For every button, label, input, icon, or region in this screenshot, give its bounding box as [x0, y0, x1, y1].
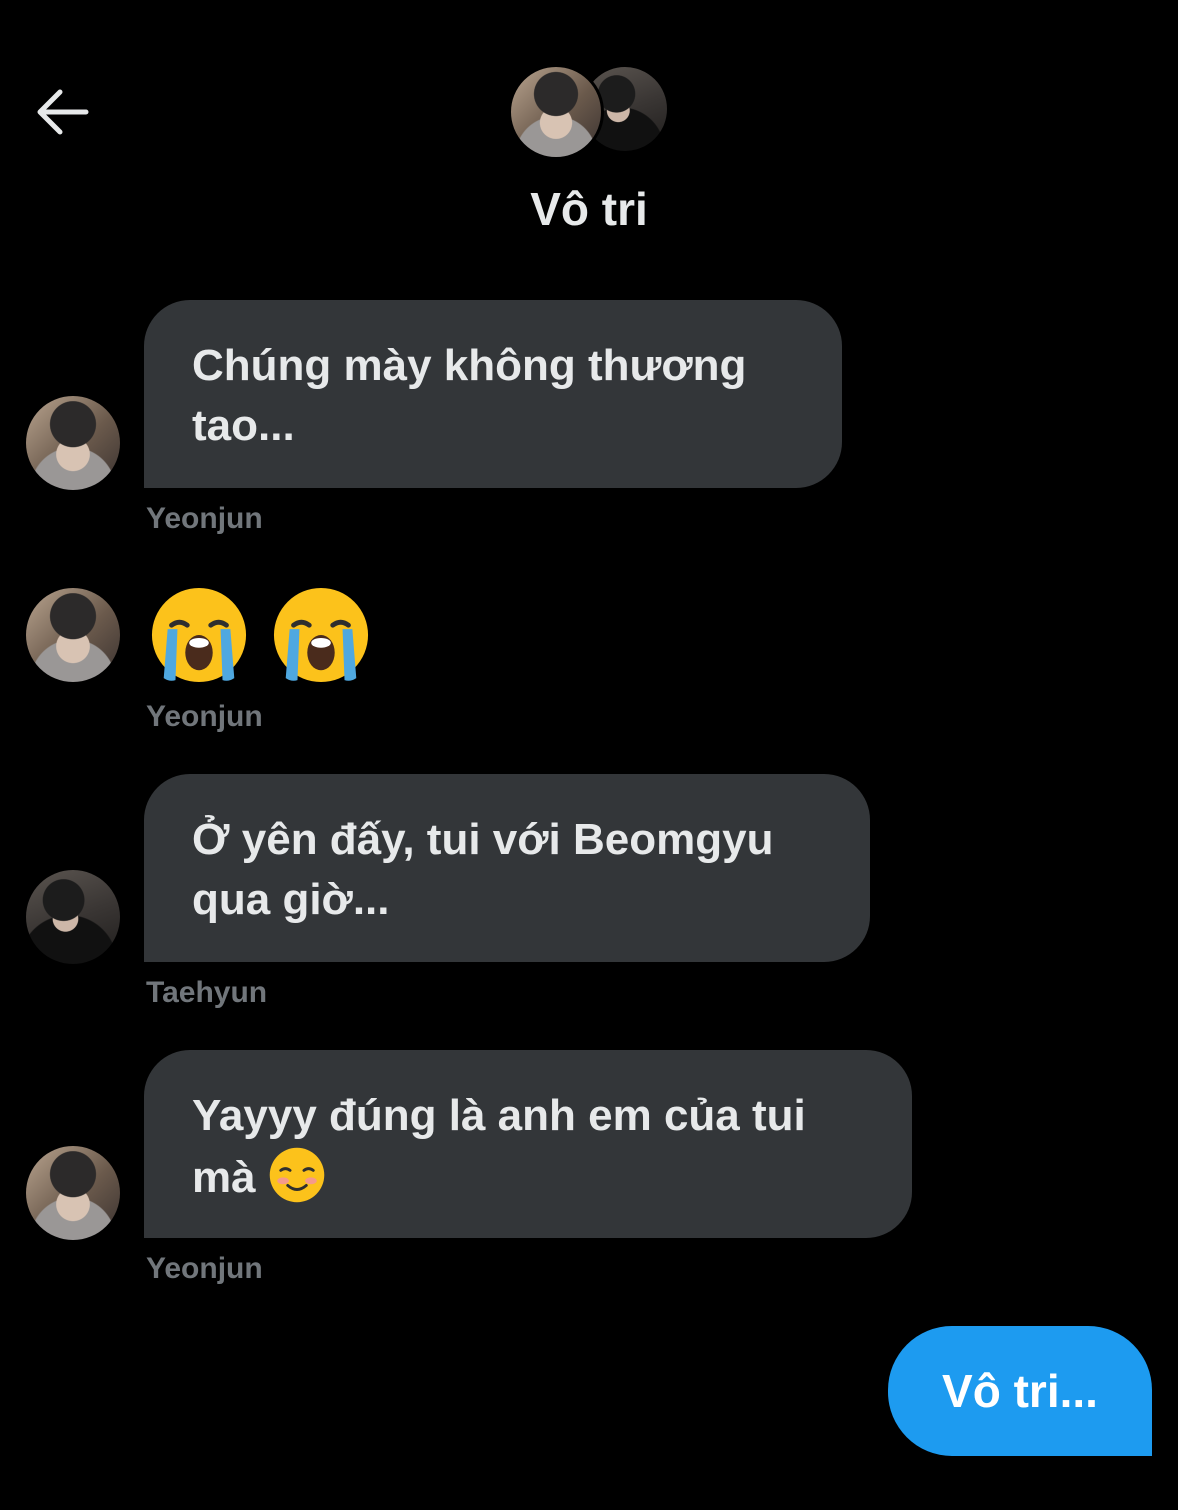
avatar-yeonjun[interactable]: [26, 396, 120, 490]
smiling-face-icon: [269, 1147, 325, 1203]
sender-name: Taehyun: [146, 976, 268, 1009]
group-avatars[interactable]: [506, 62, 676, 162]
conversation-title[interactable]: Vô tri: [0, 182, 1178, 236]
loudly-crying-face-icon: [151, 587, 247, 683]
back-button[interactable]: [30, 82, 94, 142]
message-text: mà: [192, 1153, 256, 1202]
emoji-message[interactable]: [150, 586, 370, 684]
avatar-yeonjun: [508, 64, 604, 160]
sender-name: Yeonjun: [146, 1252, 263, 1285]
message-text-line: qua giờ...: [192, 875, 390, 924]
message-text-line: tao...: [192, 401, 295, 450]
message-text-line: mà: [192, 1146, 864, 1208]
message-bubble[interactable]: Ở yên đấy, tui với Beomgyu qua giờ...: [144, 774, 870, 962]
message-bubble[interactable]: Yayyy đúng là anh em của tui mà: [144, 1050, 912, 1238]
arrow-left-icon: [37, 89, 89, 135]
message-text-line: Yayyy đúng là anh em của tui: [192, 1091, 806, 1140]
avatar-yeonjun[interactable]: [26, 1146, 120, 1240]
message-bubble[interactable]: Chúng mày không thương tao...: [144, 300, 842, 488]
dm-conversation-screen: Vô tri Chúng mày không thương tao... Yeo…: [0, 0, 1178, 1510]
outgoing-message-bubble[interactable]: Vô tri...: [888, 1326, 1152, 1456]
message-text-line: Ở yên đấy, tui với Beomgyu: [192, 815, 774, 864]
avatar-taehyun[interactable]: [26, 870, 120, 964]
message-text: Vô tri...: [942, 1365, 1098, 1417]
loudly-crying-face-icon: [273, 587, 369, 683]
sender-name: Yeonjun: [146, 700, 263, 733]
message-text-line: Chúng mày không thương: [192, 341, 747, 390]
avatar-yeonjun[interactable]: [26, 588, 120, 682]
sender-name: Yeonjun: [146, 502, 263, 535]
